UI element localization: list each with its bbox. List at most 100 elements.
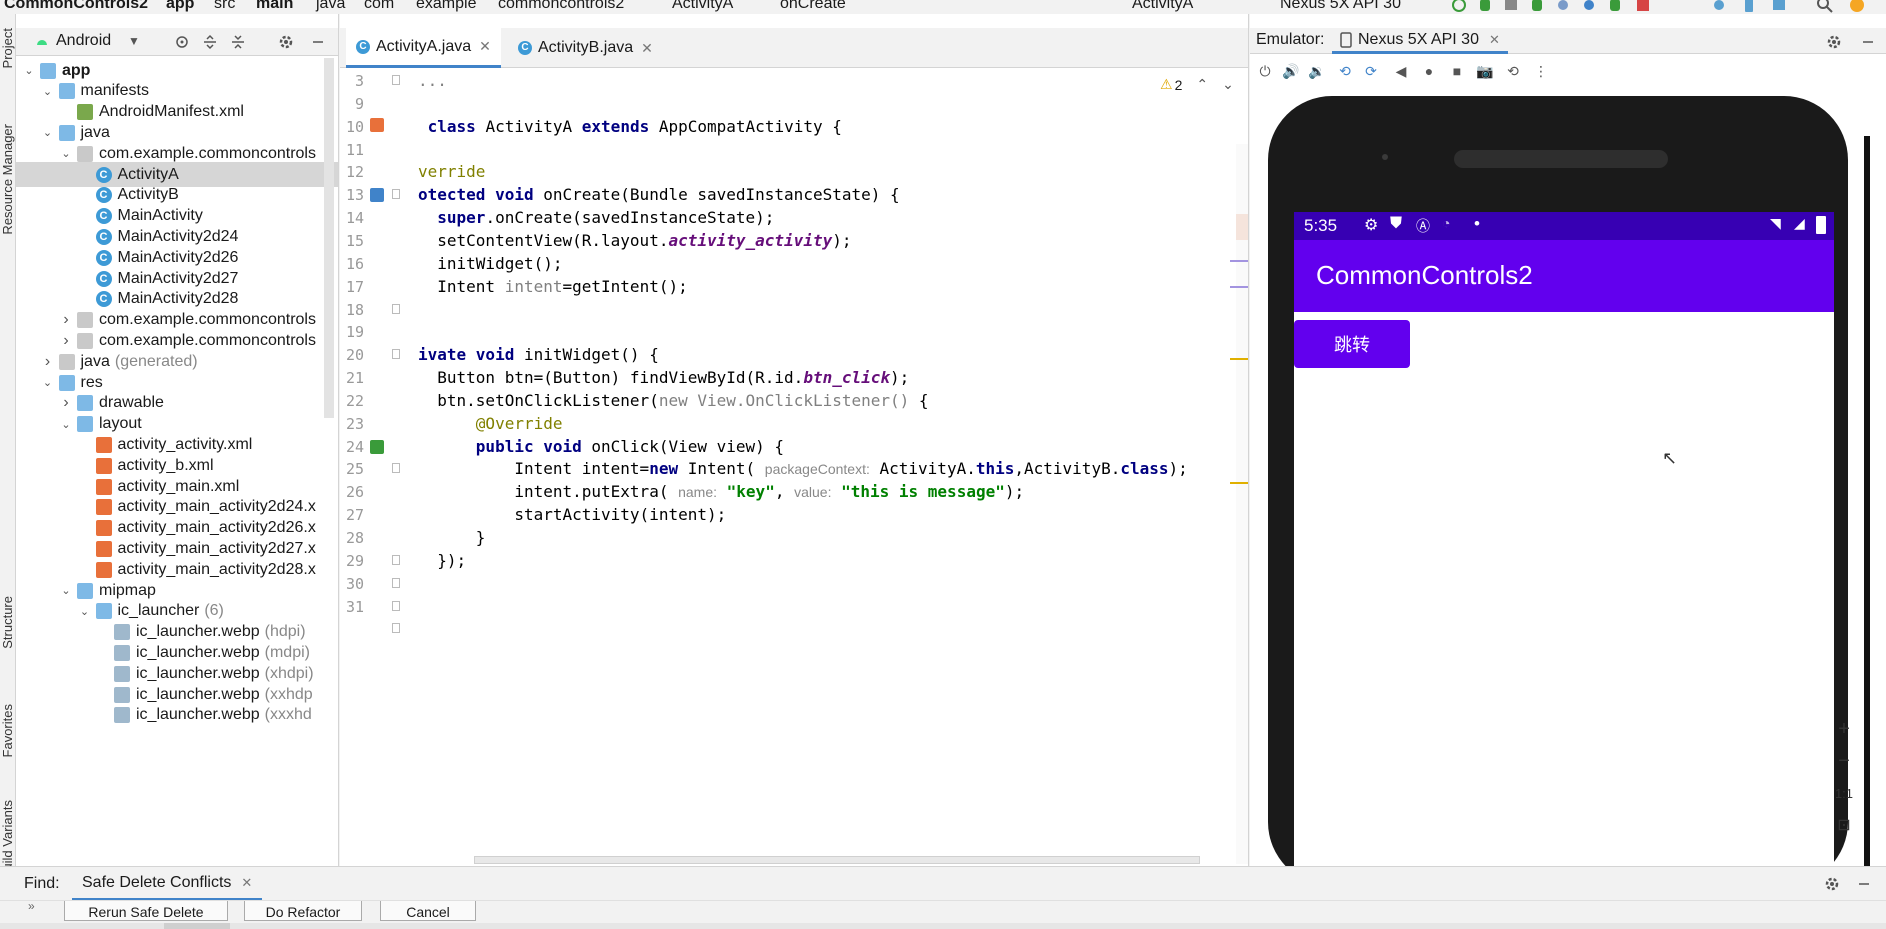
code-line[interactable]: Intent intent=getIntent(); [418,276,687,298]
locate-icon[interactable] [174,34,190,50]
profile-icon[interactable] [1502,0,1520,13]
android-debug-icon[interactable] [1606,0,1624,13]
fold-toggle-icon[interactable] [392,349,400,360]
breadcrumb-item[interactable]: java [316,0,345,13]
expand-all-icon[interactable] [202,34,218,50]
close-icon[interactable]: ✕ [1489,32,1500,48]
breadcrumb-item[interactable]: src [214,0,235,13]
code-line[interactable]: ivate void initWidget() { [418,344,659,366]
code-line[interactable]: public void onClick(View view) { [418,436,784,458]
fold-toggle-icon[interactable] [392,75,400,85]
editor-scrollbar[interactable] [1236,144,1248,864]
power-icon[interactable]: ⏻ [1256,62,1274,80]
close-icon[interactable]: ✕ [479,38,491,55]
apply-code-changes-icon[interactable] [1580,0,1598,13]
chevron-down-icon[interactable]: ⌄ [41,84,55,98]
code-line[interactable]: ... [418,70,447,92]
tab-activitya[interactable]: C ActivityA.java ✕ [346,28,501,68]
stop-icon[interactable] [1634,0,1652,13]
fold-toggle-icon[interactable] [392,189,400,200]
close-icon[interactable]: ✕ [241,875,252,891]
rerun-icon[interactable] [1450,0,1468,13]
chevron-right-icon[interactable]: › [59,311,73,328]
breadcrumb-item[interactable]: com [364,0,394,13]
breadcrumb-item[interactable]: commoncontrols2 [498,0,624,13]
view-selector[interactable]: Android [56,32,111,50]
chevron-down-icon[interactable]: ⌄ [41,376,55,390]
code-line[interactable]: }); [418,550,466,572]
close-icon[interactable]: ✕ [641,40,653,57]
fold-toggle-icon[interactable] [392,303,400,314]
expand-icon[interactable]: » [28,899,35,913]
code-line[interactable]: btn.setOnClickListener(new View.OnClickL… [418,390,928,412]
rotate-right-icon[interactable]: ⟳ [1362,62,1380,80]
breadcrumb-item[interactable]: ActivityA [672,0,733,13]
rotate-left-icon[interactable]: ⟲ [1336,62,1354,80]
code-line[interactable]: } [418,527,486,549]
more-icon[interactable]: ⋮ [1532,62,1550,80]
attach-debugger-icon[interactable] [1528,0,1546,13]
volume-down-icon[interactable]: 🔉 [1308,62,1326,80]
gear-icon[interactable] [278,34,294,50]
code-line[interactable]: super.onCreate(savedInstanceState); [418,207,774,229]
code-line[interactable]: startActivity(intent); [418,504,726,526]
chevron-down-icon[interactable]: ⌄ [78,604,92,618]
fold-toggle-icon[interactable] [392,577,400,588]
fold-toggle-icon[interactable] [392,600,400,611]
gear-icon[interactable] [1824,876,1840,892]
code-line[interactable]: class ActivityA extends AppCompatActivit… [418,116,842,138]
chevron-up-icon[interactable]: ⌃ [1196,76,1208,93]
debug-icon[interactable] [1476,0,1494,13]
run-config-selector[interactable]: ActivityA [1132,0,1193,13]
chevron-right-icon[interactable]: › [59,332,73,349]
jump-button[interactable]: 跳转 [1294,320,1410,368]
cancel-button[interactable]: Cancel [380,901,476,921]
code-line[interactable]: verride [418,161,485,183]
code-line[interactable]: Button btn=(Button) findViewById(R.id.bt… [418,367,909,389]
layout-link-icon[interactable] [370,117,384,132]
structure-tool-tab[interactable]: Structure [0,596,16,649]
zoom-out-icon[interactable]: − [1824,746,1864,776]
inspection-widget[interactable]: ⚠ 2 ⌃ ⌄ [1160,76,1234,93]
apply-changes-icon[interactable] [1554,0,1572,13]
horizontal-scrollbar[interactable] [474,856,1200,864]
chevron-down-icon[interactable]: ⌄ [1222,76,1234,93]
code-area[interactable]: 3... 9 10 class ActivityA extends AppCompa… [340,68,1248,866]
code-line[interactable]: Intent intent=new Intent( packageContext… [418,458,1187,480]
rerun-safe-delete-button[interactable]: Rerun Safe Delete [64,901,228,921]
minimize-icon[interactable] [310,34,326,50]
chevron-right-icon[interactable]: › [59,394,73,411]
device-selector[interactable]: Nexus 5X API 30 [1280,0,1401,13]
zoom-in-icon[interactable]: + [1824,714,1864,744]
code-line[interactable]: setContentView(R.layout.activity_activit… [418,230,851,252]
code-line[interactable]: otected void onCreate(Bundle savedInstan… [418,184,900,206]
fold-toggle-icon[interactable] [392,554,400,565]
zoom-reset-button[interactable]: 1:1 [1824,778,1864,808]
favorites-tool-tab[interactable]: Favorites [0,704,16,757]
override-method-icon[interactable] [370,188,384,203]
tab-safe-delete-conflicts[interactable]: Safe Delete Conflicts ✕ [72,867,263,901]
gear-icon[interactable] [1826,34,1842,50]
breadcrumb-item[interactable]: app [166,0,194,13]
chevron-down-icon[interactable]: ▼ [128,34,140,48]
fold-toggle-icon[interactable] [392,463,400,474]
breadcrumb-item[interactable]: main [256,0,293,13]
code-line[interactable]: initWidget(); [418,253,562,275]
breadcrumb-item[interactable]: example [416,0,476,13]
implement-method-icon[interactable] [370,439,384,454]
do-refactor-button[interactable]: Do Refactor [244,901,362,921]
search-icon[interactable] [1816,0,1834,13]
chevron-down-icon[interactable]: ⌄ [59,417,73,431]
breadcrumb-item[interactable]: onCreate [780,0,846,13]
fit-screen-icon[interactable]: ⊡ [1824,810,1864,840]
home-icon[interactable]: ● [1420,62,1438,80]
project-tool-tab[interactable]: Project [0,28,16,68]
update-notification-icon[interactable] [1848,0,1866,13]
minimize-icon[interactable] [1856,876,1872,892]
minimize-icon[interactable] [1860,34,1876,50]
avd-manager-icon[interactable] [1740,0,1758,13]
camera-icon[interactable]: 📷 [1476,62,1494,80]
chevron-down-icon[interactable]: ⌄ [41,126,55,140]
fold-toggle-icon[interactable] [392,623,400,634]
breadcrumb-project[interactable]: CommonControls2 [4,0,148,13]
